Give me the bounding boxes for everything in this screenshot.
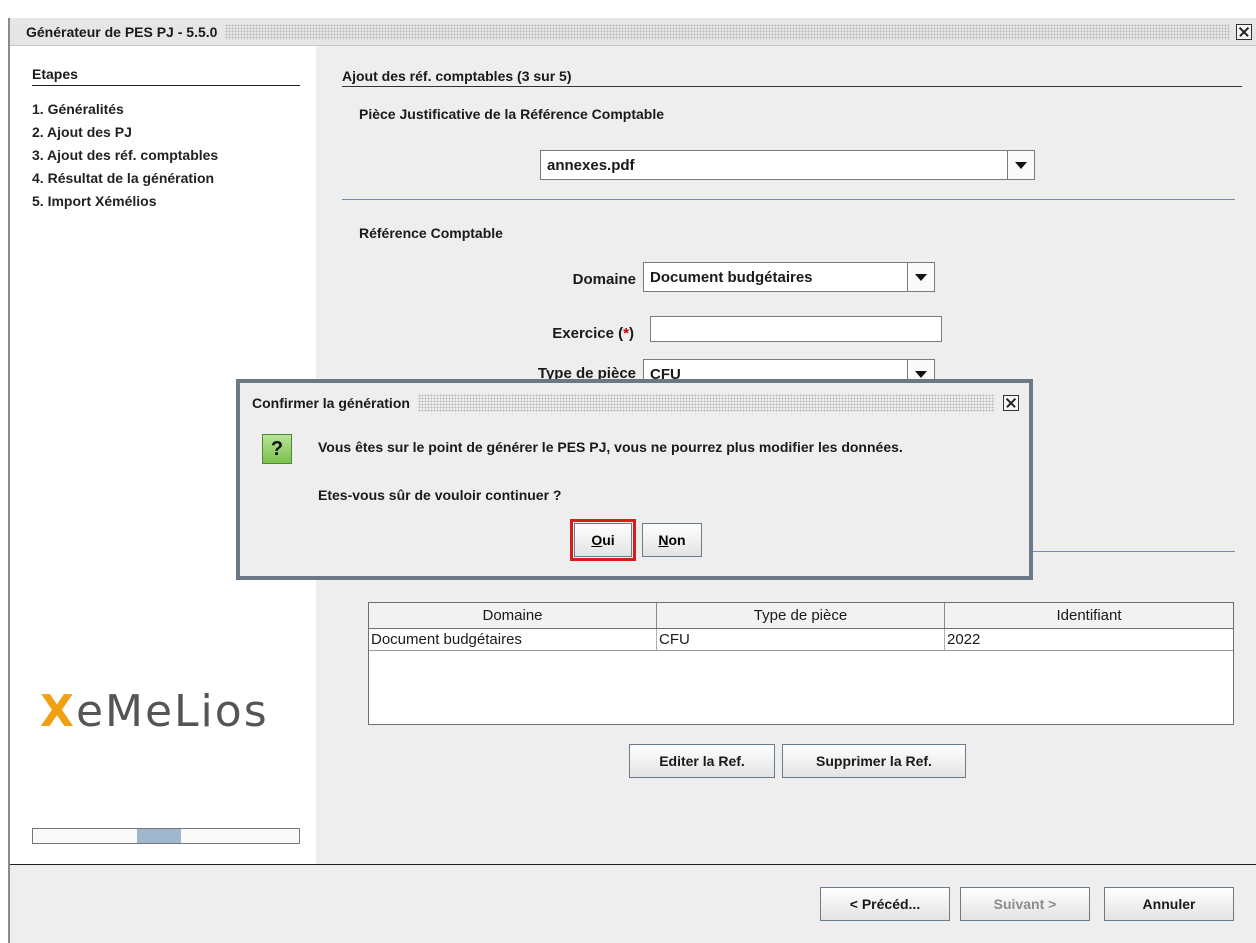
edit-ref-button[interactable]: Editer la Ref. — [629, 744, 775, 778]
column-header-identifiant[interactable]: Identifiant — [945, 603, 1233, 628]
piece-select-value: annexes.pdf — [547, 156, 635, 174]
table-row[interactable]: Document budgétaires CFU 2022 — [369, 629, 1233, 651]
dialog-question: Etes-vous sûr de vouloir continuer ? — [318, 487, 562, 503]
cancel-button[interactable]: Annuler — [1104, 887, 1234, 921]
yes-button[interactable]: Oui — [570, 519, 636, 561]
piece-title: Pièce Justificative de la Référence Comp… — [359, 106, 665, 122]
references-table: Domaine Type de pièce Identifiant Docume… — [368, 602, 1234, 725]
step-item: 1. Généralités — [32, 101, 124, 117]
step-item: 2. Ajout des PJ — [32, 124, 132, 140]
domaine-select-value: Document budgétaires — [650, 268, 813, 286]
steps-title: Etapes — [32, 66, 300, 86]
question-icon: ? — [262, 434, 292, 464]
no-button[interactable]: Non — [642, 523, 702, 557]
chevron-down-icon[interactable] — [907, 263, 934, 291]
column-header-domaine[interactable]: Domaine — [369, 603, 657, 628]
window-title: Générateur de PES PJ - 5.5.0 — [26, 23, 218, 40]
step-item: 3. Ajout des réf. comptables — [32, 147, 219, 163]
step-item: 4. Résultat de la génération — [32, 170, 215, 186]
dialog-titlebar[interactable]: Confirmer la génération — [240, 383, 1029, 423]
step-item: 5. Import Xémélios — [32, 193, 157, 209]
separator — [342, 199, 1235, 200]
table-cell: Document budgétaires — [369, 629, 657, 650]
domaine-label: Domaine — [572, 271, 636, 288]
table-header: Domaine Type de pièce Identifiant — [369, 603, 1233, 629]
close-icon[interactable] — [1003, 395, 1019, 411]
column-header-type-piece[interactable]: Type de pièce — [657, 603, 945, 628]
domaine-select[interactable]: Document budgétaires — [643, 262, 935, 292]
scrollbar-thumb[interactable] — [137, 829, 181, 843]
delete-ref-button[interactable]: Supprimer la Ref. — [782, 744, 966, 778]
footer-bar: < Précéd... Suivant > Annuler — [10, 864, 1256, 943]
table-cell: CFU — [657, 629, 945, 650]
ref-title: Référence Comptable — [359, 225, 503, 241]
piece-select[interactable]: annexes.pdf — [540, 150, 1035, 180]
titlebar-texture — [225, 23, 1230, 40]
dialog-message: Vous êtes sur le point de générer le PES… — [318, 439, 903, 455]
xemelios-logo: XeMeLios — [40, 686, 269, 737]
section-title: Ajout des réf. comptables (3 sur 5) — [342, 68, 1242, 87]
window-titlebar[interactable]: Générateur de PES PJ - 5.5.0 — [10, 18, 1256, 46]
chevron-down-icon[interactable] — [1007, 151, 1034, 179]
previous-button[interactable]: < Précéd... — [820, 887, 950, 921]
confirm-dialog: Confirmer la génération ? Vous êtes sur … — [236, 379, 1033, 580]
table-cell: 2022 — [947, 631, 981, 648]
steps-list: 1. Généralités 2. Ajout des PJ 3. Ajout … — [32, 98, 218, 213]
dialog-title: Confirmer la génération — [252, 395, 410, 411]
titlebar-texture — [417, 394, 995, 412]
exercice-label: Exercice (*) — [552, 325, 634, 342]
close-icon[interactable] — [1236, 23, 1252, 40]
exercice-field[interactable] — [650, 316, 942, 342]
next-button: Suivant > — [960, 887, 1090, 921]
horizontal-scrollbar[interactable] — [32, 828, 300, 844]
